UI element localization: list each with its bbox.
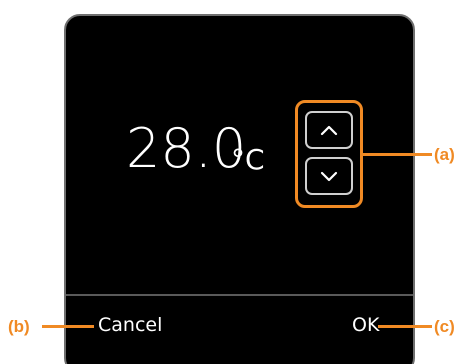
callout-a-label: (a) — [434, 145, 455, 164]
callout-c-line — [378, 325, 432, 328]
cancel-button[interactable]: Cancel — [98, 316, 162, 335]
temperature-unit: °C — [231, 143, 265, 176]
chevron-up-icon — [320, 125, 338, 136]
temperature-value: 28.0 — [126, 117, 247, 180]
chevron-down-icon — [320, 171, 338, 182]
callout-b-line — [42, 325, 94, 328]
temperature-stepper-highlight — [295, 100, 363, 208]
temperature-dialog: 28.0 °C Cancel OK — [64, 14, 415, 364]
increase-temperature-button[interactable] — [305, 111, 353, 149]
callout-a-line — [361, 153, 432, 156]
footer-divider — [66, 294, 413, 296]
decrease-temperature-button[interactable] — [305, 157, 353, 195]
annotated-screenshot: 28.0 °C Cancel OK (a) (b) (c) — [0, 0, 473, 364]
ok-button[interactable]: OK — [352, 316, 379, 335]
callout-c-label: (c) — [434, 317, 455, 336]
callout-b-label: (b) — [8, 317, 30, 336]
